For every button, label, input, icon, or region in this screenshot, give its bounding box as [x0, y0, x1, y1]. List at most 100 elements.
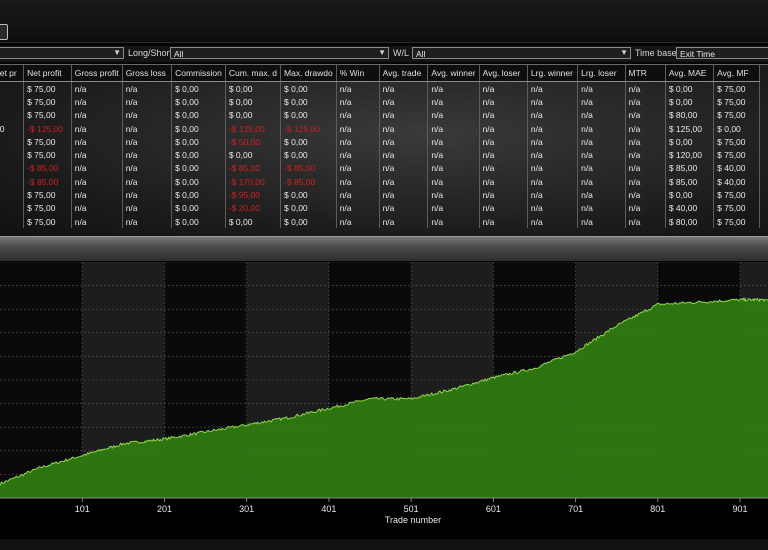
table-cell: $ 75,00: [713, 81, 760, 96]
table-cell: $ 75,00: [713, 214, 760, 229]
table-cell: n/a: [577, 214, 626, 229]
column-header[interactable]: Avg. MAE: [665, 65, 715, 82]
table-cell: 0: [0, 201, 25, 215]
table-cell: $ 75,00: [23, 95, 72, 109]
table-cell: n/a: [122, 121, 173, 136]
table-cell: $ 75,00: [713, 201, 760, 215]
table-cell: n/a: [625, 161, 666, 176]
table-row[interactable]: 0$ 75,00n/an/a$ 0,00-$ 50,00$ 0,00n/an/a…: [0, 135, 760, 149]
x-tick-label: 701: [568, 504, 583, 514]
table-cell: n/a: [427, 201, 480, 215]
table-cell: n/a: [427, 95, 480, 109]
table-cell: n/a: [122, 148, 173, 162]
x-tick-label: 101: [75, 504, 90, 514]
table-row[interactable]: 00-$ 125,00n/an/a$ 0,00-$ 125,00-$ 125,0…: [0, 121, 760, 136]
column-header[interactable]: % Win: [336, 65, 380, 82]
time-base-label: Time base: [635, 48, 677, 58]
x-tick-label: 201: [157, 504, 172, 514]
table-cell: n/a: [427, 81, 480, 96]
chevron-down-icon: ▼: [113, 48, 121, 57]
column-header[interactable]: Cum. max. d: [225, 65, 282, 82]
table-cell: n/a: [625, 121, 666, 136]
column-header[interactable]: Avg. MF: [713, 65, 760, 82]
table-cell: $ 120,00: [665, 148, 715, 162]
column-header[interactable]: Avg. loser: [479, 65, 528, 82]
table-cell: $ 125,00: [665, 121, 715, 136]
table-cell: $ 0,00: [665, 188, 715, 202]
table-cell: 0: [0, 214, 25, 229]
table-row[interactable]: 0$ 75,00n/an/a$ 0,00$ 0,00$ 0,00n/an/an/…: [0, 95, 760, 109]
table-cell: n/a: [71, 201, 123, 215]
table-cell: $ 0,00: [225, 81, 282, 96]
table-cell: $ 0,00: [171, 108, 226, 122]
table-cell: $ 40,00: [713, 175, 760, 189]
table-cell: n/a: [625, 188, 666, 202]
long-short-select[interactable]: All ▼: [170, 47, 389, 59]
table-cell: $ 75,00: [23, 81, 72, 96]
table-cell: 0: [0, 108, 25, 122]
table-cell: n/a: [71, 188, 123, 202]
period-select[interactable]: ▼: [0, 47, 124, 59]
column-header[interactable]: Lrg. loser: [577, 65, 626, 82]
table-cell: n/a: [427, 214, 480, 229]
table-cell: n/a: [577, 135, 626, 149]
table-cell: $ 0,00: [171, 161, 226, 176]
column-header[interactable]: MTR: [625, 65, 666, 82]
table-row[interactable]: 0$ 75,00n/an/a$ 0,00$ 0,00$ 0,00n/an/an/…: [0, 214, 760, 229]
table-cell: $ 0,00: [280, 81, 337, 96]
table-cell: n/a: [336, 81, 380, 96]
table-row[interactable]: 0$ 75,00n/an/a$ 0,00-$ 20,00$ 0,00n/an/a…: [0, 201, 760, 215]
column-header[interactable]: Commission: [171, 65, 226, 82]
column-header[interactable]: Avg. winner: [427, 65, 480, 82]
time-base-value: Exit Time: [680, 49, 715, 59]
table-cell: -$ 20,00: [225, 201, 282, 215]
table-row[interactable]: 0-$ 85,00n/an/a$ 0,00-$ 85,00-$ 85,00n/a…: [0, 161, 760, 176]
table-cell: n/a: [336, 175, 380, 189]
table-cell: n/a: [527, 81, 579, 96]
panel-splitter[interactable]: [0, 236, 768, 261]
column-header[interactable]: Avg. trade: [379, 65, 429, 82]
table-cell: n/a: [479, 214, 528, 229]
table-cell: 00: [0, 121, 25, 136]
table-row[interactable]: 0-$ 85,00n/an/a$ 0,00-$ 170,00-$ 85,00n/…: [0, 175, 760, 189]
column-header[interactable]: Net profit: [23, 65, 72, 82]
table-cell: n/a: [71, 108, 123, 122]
table-cell: n/a: [122, 161, 173, 176]
table-cell: n/a: [427, 175, 480, 189]
column-header[interactable]: Max. drawdo: [280, 65, 337, 82]
table-cell: n/a: [479, 201, 528, 215]
table-row[interactable]: 0$ 75,00n/an/a$ 0,00$ 0,00$ 0,00n/an/an/…: [0, 108, 760, 122]
column-header[interactable]: net pr: [0, 65, 25, 82]
table-cell: n/a: [379, 135, 429, 149]
table-cell: n/a: [527, 161, 579, 176]
table-cell: n/a: [336, 108, 380, 122]
wl-select[interactable]: All ▼: [412, 47, 631, 59]
table-row[interactable]: 0$ 75,00n/an/a$ 0,00-$ 95,00$ 0,00n/an/a…: [0, 188, 760, 202]
column-header[interactable]: Gross profit: [71, 65, 123, 82]
table-cell: n/a: [379, 148, 429, 162]
table-cell: $ 0,00: [225, 214, 282, 229]
table-cell: n/a: [336, 95, 380, 109]
table-row[interactable]: 0$ 75,00n/an/a$ 0,00$ 0,00$ 0,00n/an/an/…: [0, 148, 760, 162]
table-cell: -$ 85,00: [23, 175, 72, 189]
table-cell: $ 0,00: [171, 188, 226, 202]
table-cell: $ 0,00: [280, 214, 337, 229]
table-cell: n/a: [427, 148, 480, 162]
table-cell: $ 0,00: [280, 108, 337, 122]
window-icon[interactable]: [0, 24, 8, 40]
table-cell: n/a: [479, 81, 528, 96]
table-row[interactable]: 0$ 75,00n/an/a$ 0,00$ 0,00$ 0,00n/an/an/…: [0, 81, 760, 96]
time-base-select[interactable]: Exit Time: [676, 47, 768, 59]
table-cell: $ 75,00: [23, 188, 72, 202]
table-cell: n/a: [336, 121, 380, 136]
table-cell: $ 75,00: [23, 201, 72, 215]
table-cell: $ 0,00: [713, 121, 760, 136]
table-cell: n/a: [577, 201, 626, 215]
table-cell: 0: [0, 161, 25, 176]
column-header[interactable]: Gross loss: [122, 65, 173, 82]
table-cell: n/a: [527, 201, 579, 215]
column-header[interactable]: Lrg. winner: [527, 65, 579, 82]
table-cell: n/a: [625, 95, 666, 109]
table-cell: n/a: [71, 95, 123, 109]
table-cell: n/a: [625, 135, 666, 149]
